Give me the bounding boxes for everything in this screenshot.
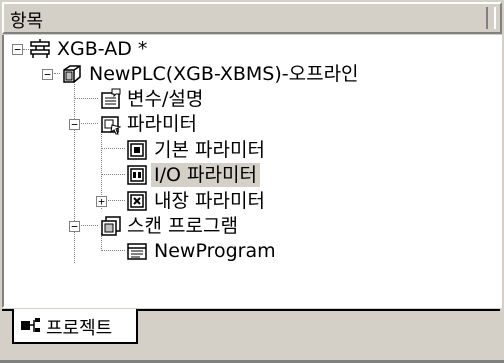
tree-item-basic-parameter[interactable]: 기본 파라미터 (4, 138, 354, 162)
scan-program-icon (101, 216, 121, 236)
bottom-tab-strip: 프로젝트 (2, 308, 502, 361)
project-tree[interactable]: − XGB-AD * − NewPLC(XGB-XBMS)-오프라인 변수/설명… (2, 35, 502, 308)
column-resize-grip[interactable] (486, 7, 496, 29)
tree-item-plc[interactable]: − NewPLC(XGB-XBMS)-오프라인 (4, 62, 404, 86)
tree-item-parameters[interactable]: − 파라미터 (4, 112, 304, 136)
column-header-title: 항목 (10, 11, 44, 32)
variable-comment-icon (101, 88, 121, 109)
program-icon (127, 243, 147, 260)
expand-builtin-parameter-button[interactable]: + (96, 196, 107, 207)
tree-item-label: 기본 파라미터 (154, 139, 265, 161)
collapse-scan-program-button[interactable]: − (69, 221, 80, 232)
tree-item-root[interactable]: − XGB-AD * (4, 37, 204, 61)
tree-item-io-parameter[interactable]: I/O 파라미터 (4, 163, 354, 187)
tree-item-label: NewPLC(XGB-XBMS)-오프라인 (89, 63, 359, 85)
tab-project[interactable]: 프로젝트 (12, 309, 138, 344)
collapse-root-button[interactable]: − (12, 44, 23, 55)
parameter-folder-icon (101, 116, 122, 135)
collapse-plc-button[interactable]: − (42, 69, 53, 80)
tree-item-label: 파라미터 (127, 113, 197, 135)
collapse-parameters-button[interactable]: − (69, 119, 80, 130)
tree-item-label: NewProgram (154, 240, 276, 262)
project-tab-icon (21, 318, 40, 332)
tree-item-label: 스캔 프로그램 (127, 215, 238, 237)
tree-item-label: 내장 파라미터 (154, 190, 265, 212)
project-window: 항목 − XGB-AD * − NewPLC(XGB-XBMS)-오프라인 변수… (0, 0, 504, 363)
tree-item-label-selected: I/O 파라미터 (151, 163, 260, 187)
tree-item-label: XGB-AD * (57, 38, 148, 60)
tab-project-label: 프로젝트 (46, 318, 113, 339)
tree-item-variables[interactable]: 변수/설명 (4, 87, 304, 111)
tree-item-builtin-parameter[interactable]: + 내장 파라미터 (4, 189, 354, 213)
basic-parameter-icon (127, 140, 147, 160)
tree-item-label: 변수/설명 (127, 88, 204, 110)
builtin-parameter-icon (127, 191, 147, 211)
tree-item-scan-program[interactable]: − 스캔 프로그램 (4, 214, 354, 238)
plc-cube-icon (63, 65, 81, 83)
io-parameter-icon (127, 165, 147, 185)
column-header[interactable]: 항목 (2, 2, 502, 34)
network-icon (30, 39, 50, 58)
tree-item-new-program[interactable]: NewProgram (4, 239, 354, 263)
